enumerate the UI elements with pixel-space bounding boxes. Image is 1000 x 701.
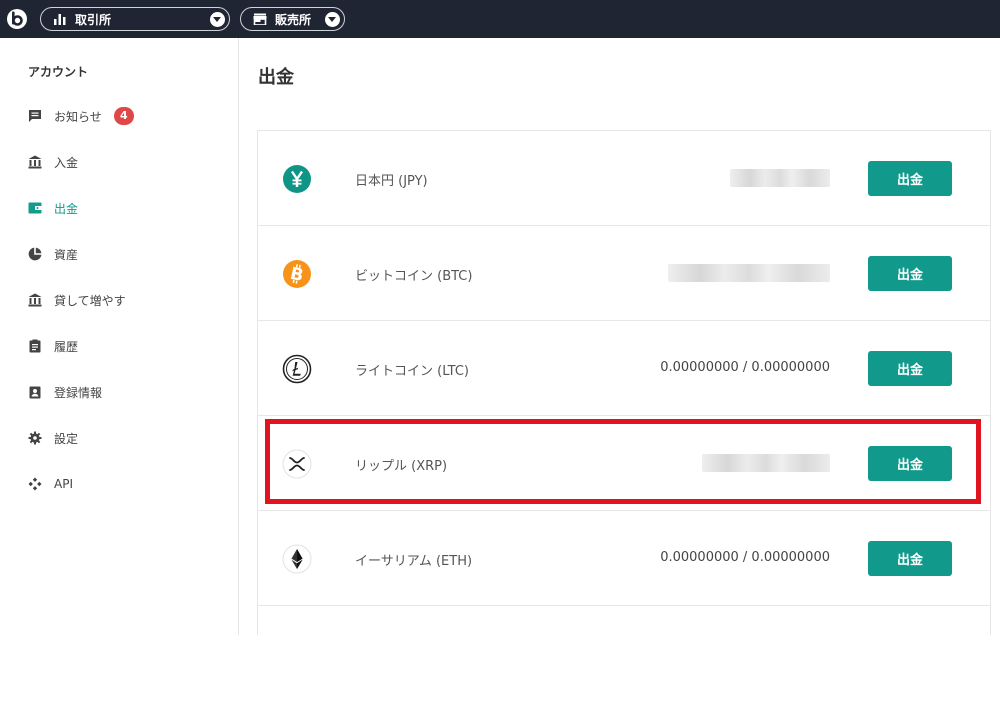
bitbank-logo-icon[interactable] [6,8,28,30]
clipboard-icon [29,339,41,353]
sidebar-item-label: 登録情報 [54,385,103,400]
chevron-down-icon[interactable] [325,12,340,27]
sidebar-item-lending[interactable]: 貸して増やす [28,290,126,310]
profile-icon [29,386,41,399]
sidebar-item-deposit[interactable]: 入金 [28,152,78,172]
sidebar-item-withdraw[interactable]: 出金 [28,198,78,218]
sidebar-item-history[interactable]: 履歴 [28,336,78,356]
message-icon [29,110,41,122]
sidebar-item-settings[interactable]: 設定 [28,428,78,448]
currency-row-xrp: リップル (XRP) 出金 [258,416,990,511]
yen-icon [283,165,311,193]
store-icon [253,13,267,25]
store-label: 販売所 [275,12,312,27]
withdraw-button-eth[interactable]: 出金 [868,541,952,576]
balance-redacted [702,454,830,472]
balance-value: 0.00000000 / 0.00000000 [660,550,830,565]
sidebar-item-assets[interactable]: 資産 [28,244,78,264]
currency-name: イーサリアム (ETH) [355,554,473,569]
exchange-dropdown[interactable]: 取引所 [40,7,230,31]
withdraw-button-xrp[interactable]: 出金 [868,446,952,481]
store-dropdown[interactable]: 販売所 [240,7,345,31]
currency-row-btc: B ビットコイン (BTC) 出金 [258,226,990,321]
page-title: 出金 [258,67,294,88]
pie-chart-icon [28,247,42,261]
currency-name: 日本円 (JPY) [355,174,428,189]
bar-chart-icon [54,14,66,25]
sidebar-item-label: 設定 [54,431,79,446]
gear-icon [28,431,42,445]
currency-row-partial [258,606,990,701]
currency-row-ltc: ライトコイン (LTC) 0.00000000 / 0.00000000 出金 [258,321,990,416]
ethereum-icon [282,544,312,574]
sidebar-item-notifications[interactable]: お知らせ 4 [28,106,134,126]
currency-name: リップル (XRP) [355,459,448,474]
currency-row-jpy: 日本円 (JPY) 出金 [258,131,990,226]
sidebar-item-registration[interactable]: 登録情報 [28,382,102,402]
currency-row-eth: イーサリアム (ETH) 0.00000000 / 0.00000000 出金 [258,511,990,606]
sidebar-item-label: 入金 [54,155,79,170]
sidebar-item-label: 貸して増やす [54,293,126,308]
wallet-icon [28,202,42,214]
ripple-icon [282,449,312,479]
sidebar-item-label: 出金 [54,201,79,216]
balance-redacted [730,169,830,187]
bank-icon [28,155,42,169]
sidebar-item-label: API [54,477,73,491]
bank-icon [28,293,42,307]
bitcoin-icon: B [283,260,311,288]
withdraw-button-btc[interactable]: 出金 [868,256,952,291]
balance-value: 0.00000000 / 0.00000000 [660,360,830,375]
sidebar: アカウント お知らせ 4 入金 出金 資産 貸して増やす 履歴 登録情報 設定 … [0,38,239,635]
notification-count-badge: 4 [113,107,134,125]
currency-name: ライトコイン (LTC) [355,364,469,379]
sidebar-item-label: お知らせ [54,109,102,124]
litecoin-icon [282,354,312,384]
exchange-label: 取引所 [75,12,112,27]
balance-redacted [668,264,830,282]
top-bar: 取引所 販売所 [0,0,1000,38]
currency-name: ビットコイン (BTC) [355,269,473,284]
chevron-down-icon[interactable] [210,12,225,27]
sidebar-item-api[interactable]: API [28,474,73,494]
api-icon [28,477,42,491]
sidebar-item-label: 履歴 [54,339,79,354]
withdraw-currency-list: 日本円 (JPY) 出金 B ビットコイン (BTC) 出金 ライトコイン (L… [257,130,991,635]
sidebar-heading: アカウント [28,65,89,79]
sidebar-item-label: 資産 [54,247,79,262]
withdraw-button-jpy[interactable]: 出金 [868,161,952,196]
withdraw-button-ltc[interactable]: 出金 [868,351,952,386]
